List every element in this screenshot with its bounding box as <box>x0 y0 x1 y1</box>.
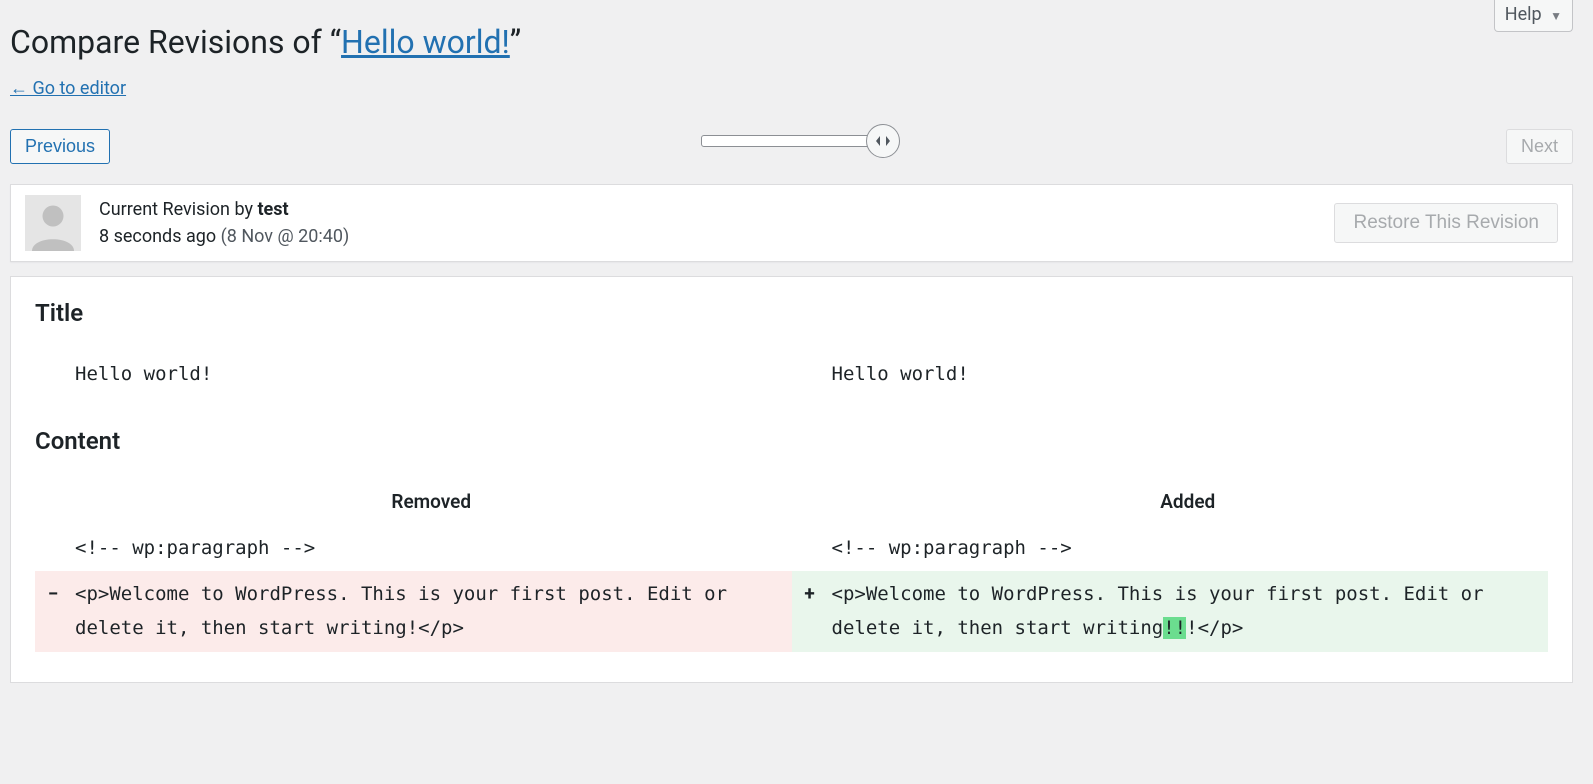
go-to-editor-link[interactable]: ← Go to editor <box>10 78 126 99</box>
diff-content-table: Removed Added <!-- wp:paragraph --> <!--… <box>35 479 1548 652</box>
removed-line: <p>Welcome to WordPress. This is your fi… <box>71 571 792 651</box>
context-left: <!-- wp:paragraph --> <box>71 525 792 571</box>
help-tab[interactable]: Help ▼ <box>1494 0 1573 32</box>
diff-title-table: Hello world! Hello world! <box>35 351 1548 397</box>
compare-arrows-icon <box>875 135 891 147</box>
plus-icon: + <box>792 571 828 651</box>
removed-header: Removed <box>71 479 792 525</box>
revision-date: 8 seconds ago (8 Nov @ 20:40) <box>99 223 349 250</box>
revision-meta: Current Revision by test 8 seconds ago (… <box>10 184 1573 262</box>
minus-icon: − <box>35 571 71 651</box>
title-right: Hello world! <box>828 351 1549 397</box>
title-left: Hello world! <box>71 351 792 397</box>
table-row: Removed Added <box>35 479 1548 525</box>
slider-handle[interactable] <box>866 124 900 158</box>
title-prefix: Compare Revisions of “ <box>10 23 341 61</box>
context-right: <!-- wp:paragraph --> <box>828 525 1549 571</box>
next-button: Next <box>1506 129 1573 164</box>
revision-byline: Current Revision by test <box>99 196 349 223</box>
diff-title-heading: Title <box>35 299 1548 327</box>
added-header: Added <box>828 479 1549 525</box>
post-title-link[interactable]: Hello world! <box>341 23 510 61</box>
added-line: <p>Welcome to WordPress. This is your fi… <box>828 571 1549 651</box>
diff-panel: Title Hello world! Hello world! Content … <box>10 276 1573 683</box>
avatar <box>25 195 81 251</box>
table-row: <!-- wp:paragraph --> <!-- wp:paragraph … <box>35 525 1548 571</box>
table-row: Hello world! Hello world! <box>35 351 1548 397</box>
previous-button[interactable]: Previous <box>10 129 110 164</box>
diff-content-heading: Content <box>35 427 1548 455</box>
help-label: Help <box>1505 4 1542 25</box>
added-highlight: !! <box>1163 617 1186 639</box>
revision-author: test <box>257 199 288 220</box>
page-title: Compare Revisions of “Hello world!” <box>10 10 1573 70</box>
slider-track[interactable] <box>701 135 883 147</box>
restore-revision-button: Restore This Revision <box>1334 203 1558 243</box>
revision-slider[interactable] <box>701 135 883 147</box>
title-suffix: ” <box>510 23 521 61</box>
table-row: − <p>Welcome to WordPress. This is your … <box>35 571 1548 651</box>
revision-nav: Previous Next <box>10 129 1573 164</box>
chevron-down-icon: ▼ <box>1550 9 1562 23</box>
